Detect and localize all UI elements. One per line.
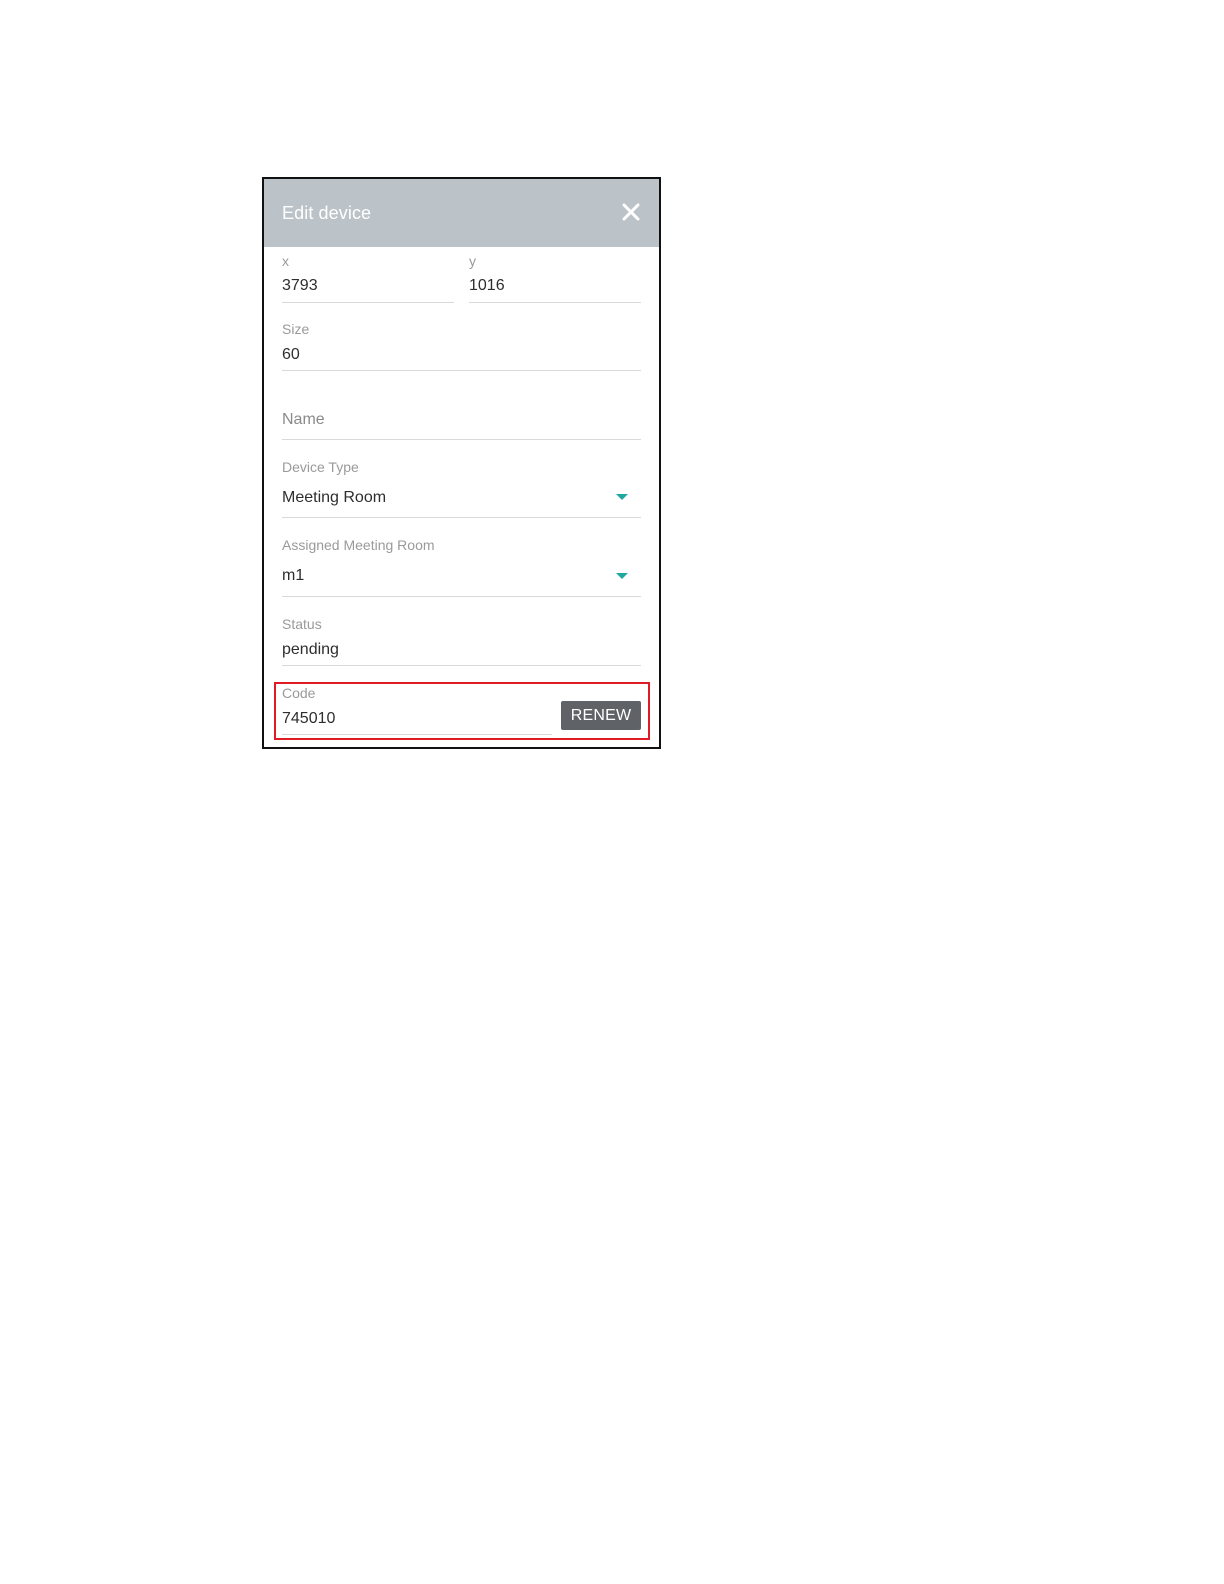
device-type-underline <box>282 517 641 518</box>
size-input[interactable]: 60 <box>282 346 300 364</box>
dialog-header: Edit device <box>264 179 659 247</box>
y-input[interactable]: 1016 <box>469 277 505 295</box>
status-label: Status <box>282 616 322 632</box>
size-label: Size <box>282 321 310 337</box>
x-underline <box>282 302 454 303</box>
status-underline <box>282 665 641 666</box>
chevron-down-icon[interactable] <box>616 493 628 501</box>
assigned-meeting-room-value: m1 <box>282 567 305 584</box>
x-input[interactable]: 3793 <box>282 277 318 295</box>
name-field[interactable]: Name <box>282 399 641 443</box>
device-type-label: Device Type <box>282 459 359 475</box>
device-type-select[interactable]: Device Type Meeting Room <box>282 457 641 519</box>
dialog-title: Edit device <box>282 203 372 223</box>
size-underline <box>282 370 641 371</box>
name-input[interactable]: Name <box>282 411 325 429</box>
chevron-down-icon[interactable] <box>616 572 628 580</box>
name-underline <box>282 439 641 440</box>
status-field: Status pending <box>282 614 641 668</box>
x-label: x <box>282 253 289 269</box>
size-field[interactable]: Size 60 <box>282 319 641 373</box>
code-highlight-box <box>274 682 650 740</box>
y-underline <box>469 302 641 303</box>
assigned-meeting-room-label: Assigned Meeting Room <box>282 537 435 553</box>
assigned-meeting-room-select[interactable]: Assigned Meeting Room m1 <box>282 535 641 597</box>
y-label: y <box>469 253 476 269</box>
assigned-meeting-room-underline <box>282 596 641 597</box>
status-value: pending <box>282 641 339 658</box>
close-icon[interactable] <box>620 201 642 223</box>
x-field[interactable]: x 3793 <box>282 251 454 305</box>
device-type-value: Meeting Room <box>282 489 387 506</box>
y-field[interactable]: y 1016 <box>469 251 641 305</box>
edit-device-dialog: Edit device x 3793 y 1016 Size 60 Name D… <box>262 177 661 749</box>
